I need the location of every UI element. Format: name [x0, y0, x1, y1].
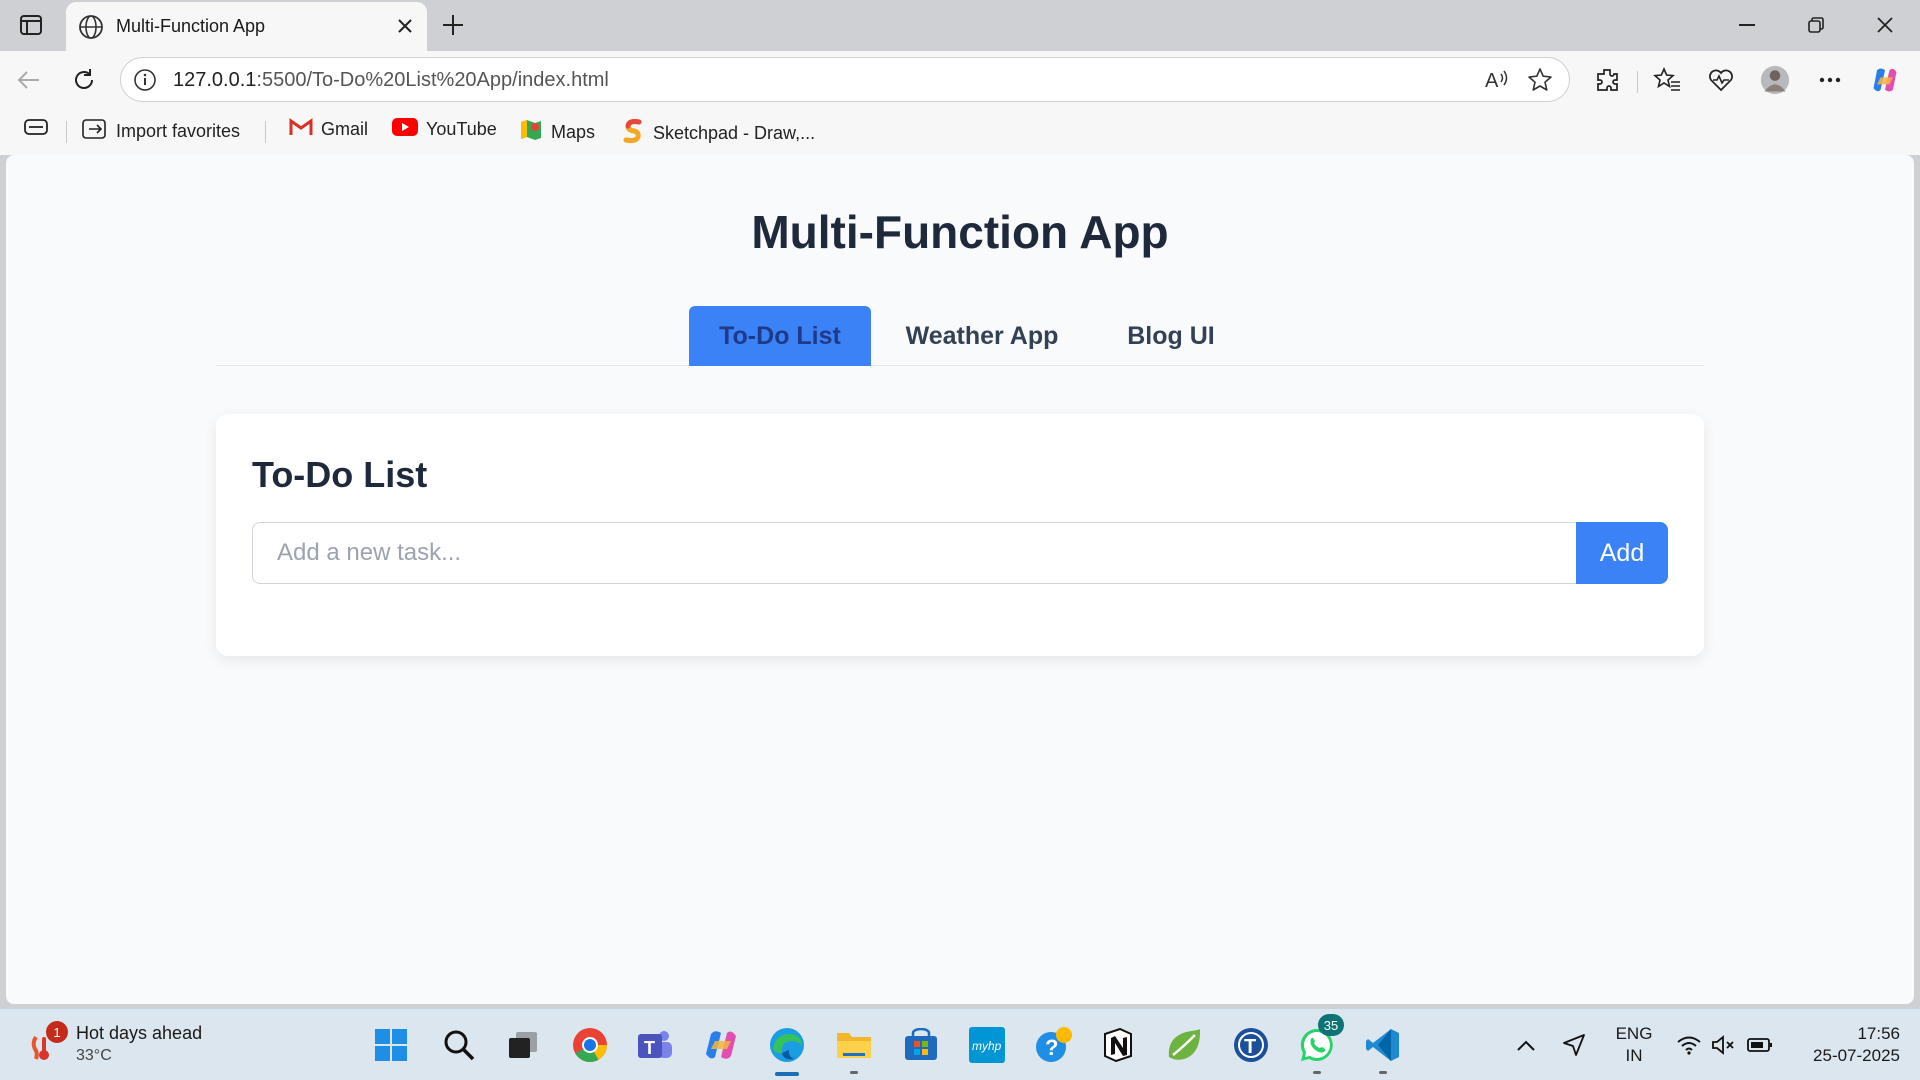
page-viewport: Multi-Function App To-Do List Weather Ap…	[6, 155, 1914, 1004]
running-indicator	[1313, 1071, 1321, 1074]
task-view-icon[interactable]	[502, 1024, 544, 1066]
teams-icon[interactable]: T	[634, 1024, 676, 1066]
location-icon[interactable]	[1553, 1024, 1595, 1066]
tab-blog-ui[interactable]: Blog UI	[1093, 306, 1249, 366]
bookmark-maps[interactable]: Maps	[519, 118, 595, 147]
clock-time: 17:56	[1857, 1024, 1900, 1043]
add-task-button[interactable]: Add	[1576, 522, 1668, 584]
file-explorer-icon[interactable]	[833, 1024, 875, 1074]
favorites-icon[interactable]	[1652, 65, 1682, 95]
weather-alert-badge: 1	[46, 1021, 68, 1043]
search-icon[interactable]	[438, 1024, 480, 1066]
bookmarks-bar: Import favorites Gmail YouTube Maps Sket…	[0, 107, 1920, 155]
favorite-star-icon[interactable]	[1527, 67, 1553, 98]
active-indicator	[775, 1072, 799, 1076]
weather-text: Hot days ahead	[76, 1023, 203, 1043]
chrome-icon[interactable]	[569, 1024, 611, 1066]
whatsapp-badge: 35	[1318, 1014, 1344, 1036]
tab-weather-app[interactable]: Weather App	[871, 306, 1093, 366]
todo-card: To-Do List Add	[216, 414, 1704, 656]
extensions-icon[interactable]	[1592, 65, 1622, 95]
refresh-icon[interactable]	[67, 63, 101, 97]
microsoft-store-icon[interactable]	[900, 1024, 942, 1066]
running-indicator	[1379, 1071, 1387, 1074]
bookmark-label: Gmail	[321, 119, 369, 139]
close-window-icon[interactable]	[1865, 10, 1905, 40]
read-aloud-icon[interactable]: A	[1485, 68, 1511, 97]
bookmark-sketchpad[interactable]: Sketchpad - Draw,...	[621, 118, 815, 149]
bookmark-label: YouTube	[426, 119, 497, 139]
language-code: ENG	[1615, 1024, 1653, 1043]
myhp-icon[interactable]: myhp	[966, 1024, 1008, 1066]
vscode-icon[interactable]	[1362, 1024, 1404, 1074]
bookmark-youtube[interactable]: YouTube	[392, 118, 497, 141]
svg-text:T: T	[1244, 1036, 1256, 1058]
running-indicator	[850, 1071, 858, 1074]
new-tab-icon[interactable]	[438, 10, 468, 40]
region-code: IN	[1625, 1046, 1643, 1065]
weather-temperature: 33°C	[76, 1047, 112, 1064]
battery-icon[interactable]	[1739, 1024, 1781, 1066]
close-tab-icon[interactable]	[393, 14, 417, 38]
language-indicator[interactable]: ENG IN	[1612, 1023, 1656, 1067]
site-info-icon[interactable]	[133, 68, 157, 97]
bookmark-label: Import favorites	[116, 121, 241, 141]
edge-icon[interactable]	[766, 1024, 808, 1076]
show-hidden-icons-icon[interactable]	[1505, 1024, 1547, 1066]
url-text: 127.0.0.1:5500/To-Do%20List%20App/index.…	[173, 69, 609, 91]
svg-text:A: A	[1485, 70, 1499, 92]
new-task-input[interactable]	[252, 522, 1577, 584]
svg-text:myhp: myhp	[972, 1039, 1002, 1053]
tab-title: Multi-Function App	[116, 16, 266, 36]
maps-icon	[519, 118, 543, 147]
bookmark-divider	[265, 121, 266, 143]
bookmark-divider	[66, 121, 67, 143]
import-icon	[82, 118, 108, 145]
clock-date: 25-07-2025	[1813, 1046, 1900, 1065]
svg-text:?: ?	[1045, 1035, 1058, 1060]
page-title: Multi-Function App	[751, 206, 1169, 258]
bookmark-label: Sketchpad - Draw,...	[653, 123, 816, 143]
sketchpad-icon	[621, 118, 645, 149]
whatsapp-icon[interactable]: 35	[1296, 1014, 1344, 1074]
svg-text:T: T	[644, 1038, 655, 1058]
back-icon[interactable]	[12, 63, 46, 97]
tab-strip: Multi-Function App	[0, 0, 1920, 51]
browser-essentials-icon[interactable]	[1706, 65, 1736, 95]
profile-avatar[interactable]	[1760, 65, 1790, 95]
card-heading: To-Do List	[252, 454, 428, 495]
tabnine-icon[interactable]: T	[1230, 1024, 1272, 1066]
more-options-icon[interactable]	[1815, 65, 1845, 95]
browser-toolbar: 127.0.0.1:5500/To-Do%20List%20App/index.…	[0, 51, 1920, 107]
weather-widget[interactable]: 1 Hot days ahead 33°C	[26, 1021, 226, 1069]
restore-icon[interactable]	[1796, 10, 1836, 40]
minimize-icon[interactable]	[1727, 10, 1767, 40]
youtube-icon	[392, 118, 418, 141]
spring-tool-icon[interactable]	[1163, 1024, 1205, 1066]
globe-icon	[78, 14, 104, 45]
clock[interactable]: 17:56 25-07-2025	[1790, 1023, 1900, 1067]
copilot-icon[interactable]	[1870, 65, 1900, 95]
gmail-icon	[289, 118, 313, 141]
get-help-icon[interactable]: ?	[1033, 1024, 1075, 1066]
bookmark-import-favorites[interactable]: Import favorites	[82, 118, 240, 145]
browser-tab[interactable]: Multi-Function App	[66, 2, 427, 51]
toolbar-divider	[1637, 71, 1638, 93]
address-bar[interactable]: 127.0.0.1:5500/To-Do%20List%20App/index.…	[120, 57, 1570, 102]
tab-actions-icon[interactable]	[16, 10, 46, 40]
sidebar-toggle-icon[interactable]	[24, 118, 48, 136]
notion-icon[interactable]	[1097, 1024, 1139, 1066]
bookmark-label: Maps	[551, 122, 596, 142]
tab-todo-list[interactable]: To-Do List	[689, 306, 871, 366]
app-tabs: To-Do List Weather App Blog UI	[216, 306, 1704, 366]
copilot-taskbar-icon[interactable]	[700, 1024, 742, 1066]
bookmark-gmail[interactable]: Gmail	[289, 118, 368, 141]
start-icon[interactable]	[370, 1024, 412, 1066]
taskbar: 1 Hot days ahead 33°C T myhp ? T 35 ENG …	[0, 1008, 1920, 1080]
